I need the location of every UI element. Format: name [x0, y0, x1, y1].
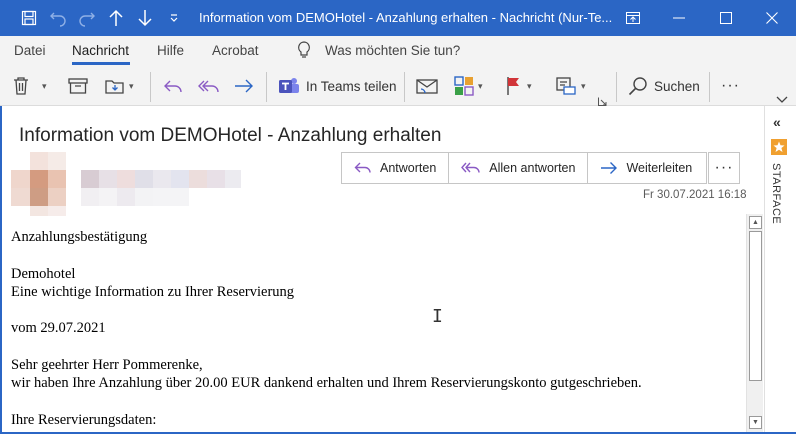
- reply-all-button[interactable]: Allen antworten: [449, 153, 589, 183]
- forward-ribbon-button[interactable]: [234, 74, 254, 98]
- delete-button[interactable]: ▾: [12, 74, 47, 98]
- mail-ribbon-button[interactable]: [416, 74, 438, 98]
- body-line: vom 29.07.2021: [11, 320, 106, 337]
- scrollbar-thumb[interactable]: [749, 231, 762, 381]
- collapse-panel-icon[interactable]: «: [773, 114, 781, 130]
- window-title: Information vom DEMOHotel - Anzahlung er…: [199, 10, 613, 25]
- dialog-launcher-icon[interactable]: [598, 94, 607, 109]
- categorize-button[interactable]: ▾: [454, 74, 483, 98]
- reply-icon: [354, 162, 371, 173]
- more-actions-button[interactable]: ···: [708, 152, 740, 184]
- teams-label: In Teams teilen: [306, 78, 397, 94]
- reply-button[interactable]: Antworten: [342, 153, 450, 183]
- starface-label[interactable]: STARFACE: [770, 163, 782, 224]
- ribbon-display-options-icon[interactable]: [610, 0, 656, 36]
- move-folder-icon: [105, 80, 124, 94]
- ribbon-separator: [266, 72, 267, 102]
- close-icon[interactable]: [749, 0, 795, 36]
- message-subject: Information vom DEMOHotel - Anzahlung er…: [19, 125, 442, 146]
- save-icon[interactable]: [14, 8, 43, 28]
- customize-qat-icon[interactable]: [159, 8, 188, 28]
- window-border-left: [0, 106, 2, 434]
- scroll-up-icon[interactable]: ▲: [749, 216, 762, 229]
- reply-all-label: Allen antworten: [489, 161, 576, 175]
- reply-all-ribbon-button[interactable]: [198, 74, 220, 98]
- tell-me-search[interactable]: Was möchten Sie tun?: [297, 41, 460, 59]
- scroll-down-icon[interactable]: ▼: [749, 416, 762, 429]
- menu-nachricht[interactable]: Nachricht: [72, 43, 129, 58]
- chevron-down-icon: ▾: [527, 80, 532, 91]
- maximize-icon[interactable]: [703, 0, 749, 36]
- ribbon-separator: [616, 72, 617, 102]
- trash-icon: [14, 77, 28, 95]
- ribbon: ▾ ▾ In Teams teilen ▾ ▾ ▾ Suchen ···: [0, 66, 796, 106]
- message-body: Anzahlungsbestätigung Demohotel Eine wic…: [11, 228, 642, 429]
- forward-icon: [235, 79, 253, 93]
- share-to-teams-button[interactable]: In Teams teilen: [278, 74, 397, 98]
- body-line: Ihre Reservierungsdaten:: [11, 411, 157, 428]
- flag-icon: [507, 77, 519, 95]
- menu-acrobat[interactable]: Acrobat: [212, 43, 259, 58]
- redo-icon[interactable]: [72, 8, 101, 28]
- sender-pixelated-image: [11, 152, 241, 216]
- reply-label: Antworten: [380, 161, 437, 175]
- categorize-icon: [454, 76, 474, 96]
- minimize-icon[interactable]: [656, 0, 702, 36]
- chevron-down-icon: ▾: [129, 80, 134, 91]
- chevron-down-icon: ▾: [478, 80, 483, 91]
- body-line: Eine wichtige Information zu Ihrer Reser…: [11, 283, 295, 300]
- tell-me-label: Was möchten Sie tun?: [325, 42, 461, 58]
- follow-up-button[interactable]: ▾: [505, 74, 532, 98]
- body-line: Demohotel: [11, 265, 76, 282]
- arrow-down-icon[interactable]: [130, 8, 159, 28]
- body-scrollbar[interactable]: ▲ ▼: [746, 214, 763, 432]
- collapse-ribbon-icon[interactable]: [776, 92, 788, 107]
- arrow-up-icon[interactable]: [101, 8, 130, 28]
- reply-ribbon-button[interactable]: [163, 74, 183, 98]
- body-line: Anzahlungsbestätigung: [11, 229, 148, 245]
- body-line: Sehr geehrter Herr Pommerenke,: [11, 357, 203, 374]
- move-button[interactable]: ▾: [105, 74, 134, 98]
- search-button[interactable]: Suchen: [628, 74, 700, 98]
- quick-access-toolbar: [14, 8, 188, 28]
- archive-icon: [68, 78, 88, 94]
- menu-datei[interactable]: Datei: [14, 43, 46, 58]
- undo-icon[interactable]: [43, 8, 72, 28]
- active-tab-indicator: [72, 62, 130, 65]
- response-button-group: Antworten Allen antworten Weiterleiten: [341, 152, 708, 184]
- forward-label: Weiterleiten: [626, 161, 693, 175]
- teams-icon: [279, 78, 299, 93]
- search-icon: [628, 77, 647, 96]
- chevron-down-icon: ▾: [42, 80, 47, 91]
- lightbulb-icon: [298, 41, 310, 58]
- forward-button[interactable]: Weiterleiten: [588, 153, 706, 183]
- rules-button[interactable]: ▾: [555, 74, 586, 98]
- forward-icon: [601, 162, 618, 174]
- reply-all-icon: [198, 80, 219, 93]
- starface-logo-icon[interactable]: [771, 139, 787, 155]
- reply-all-icon: [461, 162, 480, 173]
- envelope-icon: [416, 79, 438, 94]
- ribbon-separator: [150, 72, 151, 102]
- ribbon-separator: [404, 72, 405, 102]
- message-date: Fr 30.07.2021 16:18: [643, 189, 747, 201]
- starface-side-panel: « STARFACE: [764, 106, 796, 432]
- rules-icon: [556, 77, 576, 95]
- chevron-down-icon: ▾: [581, 80, 586, 91]
- text-cursor-icon: I: [432, 306, 443, 327]
- menu-hilfe[interactable]: Hilfe: [157, 43, 184, 58]
- archive-button[interactable]: [68, 74, 88, 98]
- title-bar: Information vom DEMOHotel - Anzahlung er…: [0, 0, 796, 36]
- ribbon-separator: [709, 72, 710, 102]
- search-label: Suchen: [654, 78, 700, 94]
- reply-icon: [164, 80, 182, 93]
- more-commands-button[interactable]: ···: [721, 74, 740, 98]
- body-line: wir haben Ihre Anzahlung über 20.00 EUR …: [11, 375, 642, 392]
